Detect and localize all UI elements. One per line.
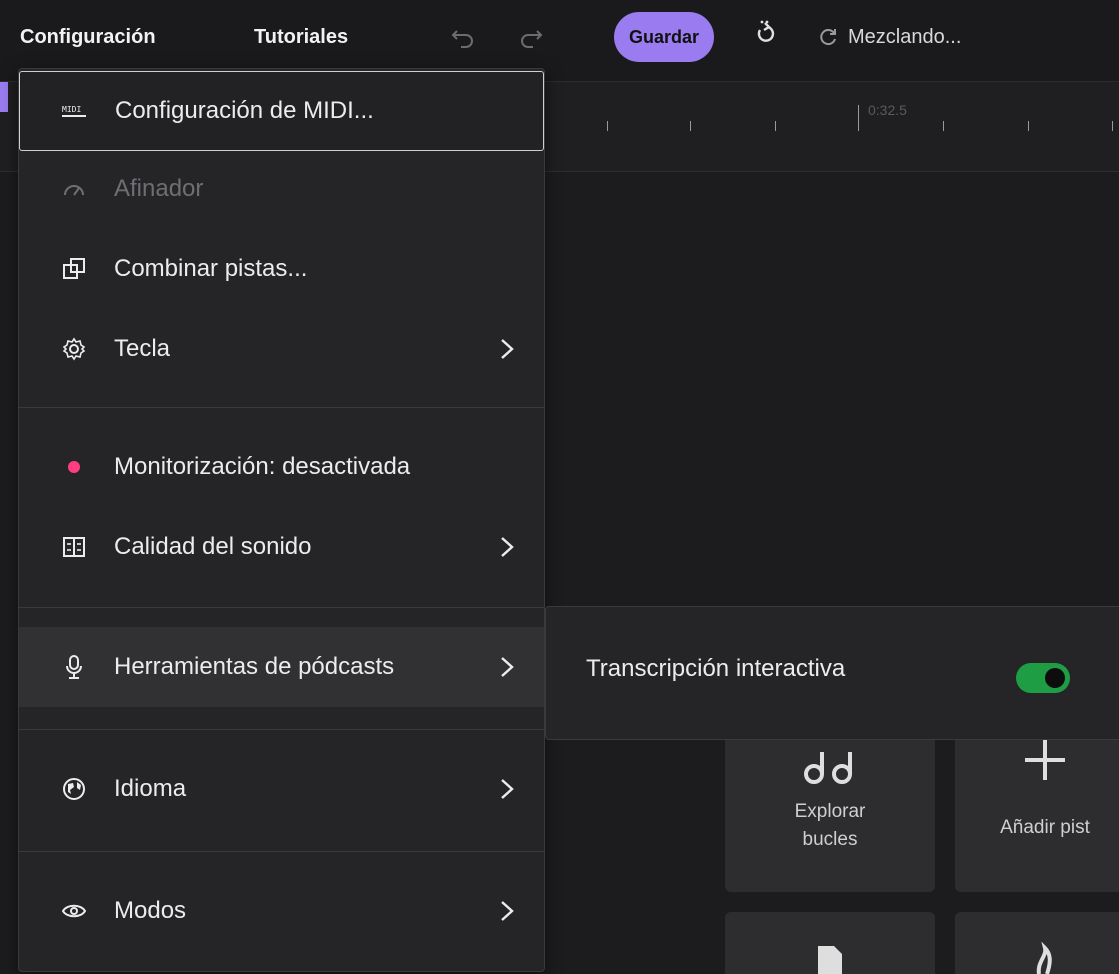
eye-icon — [61, 898, 87, 924]
loop-icon[interactable] — [751, 18, 781, 48]
menu-divider — [19, 851, 544, 852]
sync-icon — [820, 29, 836, 46]
ruler-time-label: 0:32.5 — [868, 102, 907, 118]
menu-item-label: Tecla — [114, 335, 171, 362]
record-tile[interactable] — [955, 912, 1119, 974]
chevron-right-icon — [501, 537, 514, 557]
menu-divider — [19, 607, 544, 608]
chevron-right-icon — [501, 779, 514, 799]
menu-item-label: Afinador — [114, 175, 204, 202]
add-track-label: Añadir pist — [1000, 817, 1090, 838]
mixing-status: Mezclando... — [848, 26, 962, 48]
menu-item-label: Modos — [114, 897, 187, 924]
chevron-right-icon — [501, 901, 514, 921]
settings-menu: MIDI Configuración de MIDI... Afinador C… — [18, 68, 545, 972]
menu-divider — [19, 729, 544, 730]
ruler-tick — [943, 121, 944, 131]
menu-item-label: Configuración de MIDI... — [115, 97, 374, 124]
quality-icon — [61, 534, 87, 560]
menu-tutoriales[interactable]: Tutoriales — [254, 26, 348, 49]
menu-item-combine-tracks[interactable]: Combinar pistas... — [19, 229, 544, 309]
ruler-tick — [607, 121, 608, 131]
menu-item-language[interactable]: Idioma — [19, 749, 544, 829]
interactive-transcript-toggle[interactable] — [1016, 663, 1070, 693]
playhead-marker[interactable] — [0, 82, 8, 112]
undo-icon[interactable] — [449, 22, 479, 52]
ruler-tick — [775, 121, 776, 131]
file-icon — [818, 946, 842, 974]
menu-item-midi-config[interactable]: MIDI Configuración de MIDI... — [19, 71, 544, 151]
dot-icon — [61, 454, 87, 480]
menu-item-label: Herramientas de pódcasts — [114, 653, 395, 680]
loops-icon — [804, 752, 852, 784]
ruler-tick — [1028, 121, 1029, 131]
menu-item-label: Idioma — [114, 775, 187, 802]
plus-icon — [1025, 740, 1065, 780]
menu-item-label: Monitorización: desactivada — [114, 453, 411, 480]
ruler-tick — [690, 121, 691, 131]
midi-icon: MIDI — [62, 98, 88, 124]
svg-text:MIDI: MIDI — [62, 105, 81, 114]
explore-loops-label-2: bucles — [802, 829, 858, 850]
explore-loops-label-1: Explorar — [794, 801, 866, 822]
chevron-right-icon — [501, 657, 514, 677]
menu-configuracion[interactable]: Configuración — [20, 26, 156, 49]
settings-icon — [61, 336, 87, 362]
microphone-icon — [61, 654, 87, 680]
menu-item-label: Calidad del sonido — [114, 533, 312, 560]
ruler-tick — [1112, 121, 1113, 131]
podcast-tools-submenu: Transcripción interactiva — [545, 606, 1119, 740]
globe-icon — [61, 776, 87, 802]
redo-icon[interactable] — [515, 22, 545, 52]
interactive-transcript-label: Transcripción interactiva — [586, 655, 846, 682]
chevron-right-icon — [501, 339, 514, 359]
tuner-icon — [61, 176, 87, 202]
menu-item-sound-quality[interactable]: Calidad del sonido — [19, 507, 544, 587]
menu-item-key[interactable]: Tecla — [19, 309, 544, 389]
menu-item-podcast-tools[interactable]: Herramientas de pódcasts — [19, 627, 544, 707]
menu-item-monitoring[interactable]: Monitorización: desactivada — [19, 427, 544, 507]
menu-item-modes[interactable]: Modos — [19, 871, 544, 951]
menu-divider — [19, 407, 544, 408]
menu-item-tuner: Afinador — [19, 149, 544, 229]
menu-item-label: Combinar pistas... — [114, 255, 308, 282]
combine-icon — [61, 256, 87, 282]
record-icon — [1036, 942, 1052, 974]
ruler-tick-major — [858, 105, 859, 131]
import-file-tile[interactable] — [725, 912, 935, 974]
toggle-knob — [1045, 668, 1065, 688]
save-button[interactable]: Guardar — [614, 12, 714, 62]
